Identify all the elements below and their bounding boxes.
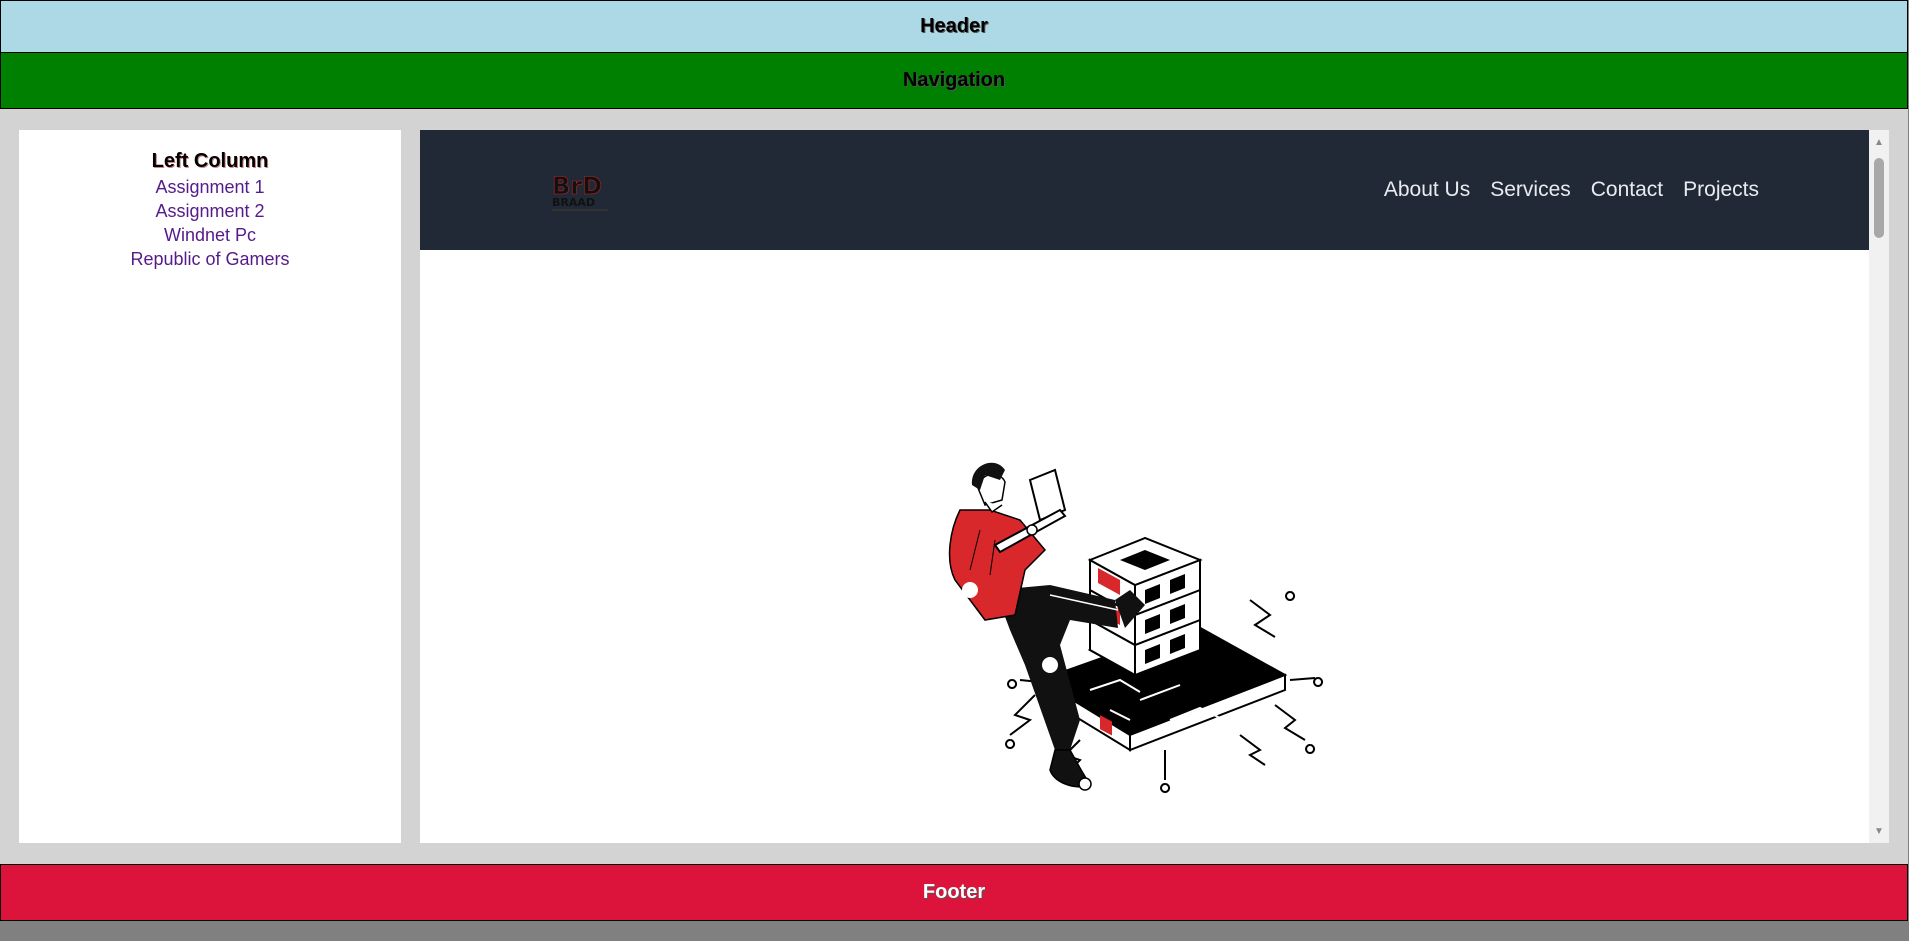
nav-services[interactable]: Services (1490, 178, 1571, 202)
nav-contact[interactable]: Contact (1591, 178, 1663, 202)
link-assignment-1[interactable]: Assignment 1 (19, 175, 401, 199)
scroll-thumb[interactable] (1874, 158, 1884, 238)
left-column-title: Left Column (151, 150, 269, 172)
footer-label: Footer (922, 881, 986, 903)
page-footer: Footer (0, 864, 1908, 921)
site-nav-links: About Us Services Contact Projects (1384, 178, 1759, 202)
scrollbar[interactable]: ▲ ▼ (1869, 130, 1889, 843)
person-kicking-blocks-illustration-icon (948, 462, 1324, 793)
embedded-site-frame[interactable]: BrD BRAAD About Us Services Contact Proj… (420, 130, 1889, 843)
nav-projects[interactable]: Projects (1683, 178, 1759, 202)
navigation-label: Navigation (902, 69, 1006, 91)
site-navbar: BrD BRAAD About Us Services Contact Proj… (420, 130, 1869, 250)
site-logo[interactable]: BrD BRAAD (550, 168, 616, 216)
logo-underline (552, 209, 608, 211)
left-column: Left Column Assignment 1 Assignment 2 Wi… (19, 130, 401, 843)
header-label: Header (920, 15, 988, 37)
page-header: Header (0, 0, 1908, 53)
logo-subtext: BRAAD (552, 196, 595, 209)
nav-about-us[interactable]: About Us (1384, 178, 1470, 202)
link-assignment-2[interactable]: Assignment 2 (19, 199, 401, 223)
page-navigation: Navigation (0, 53, 1908, 109)
scroll-down-arrow-icon[interactable]: ▼ (1869, 823, 1889, 839)
main-content-area: Left Column Assignment 1 Assignment 2 Wi… (0, 109, 1908, 864)
scroll-up-arrow-icon[interactable]: ▲ (1869, 134, 1889, 150)
link-windnet-pc[interactable]: Windnet Pc (19, 223, 401, 247)
link-republic-of-gamers[interactable]: Republic of Gamers (19, 247, 401, 271)
